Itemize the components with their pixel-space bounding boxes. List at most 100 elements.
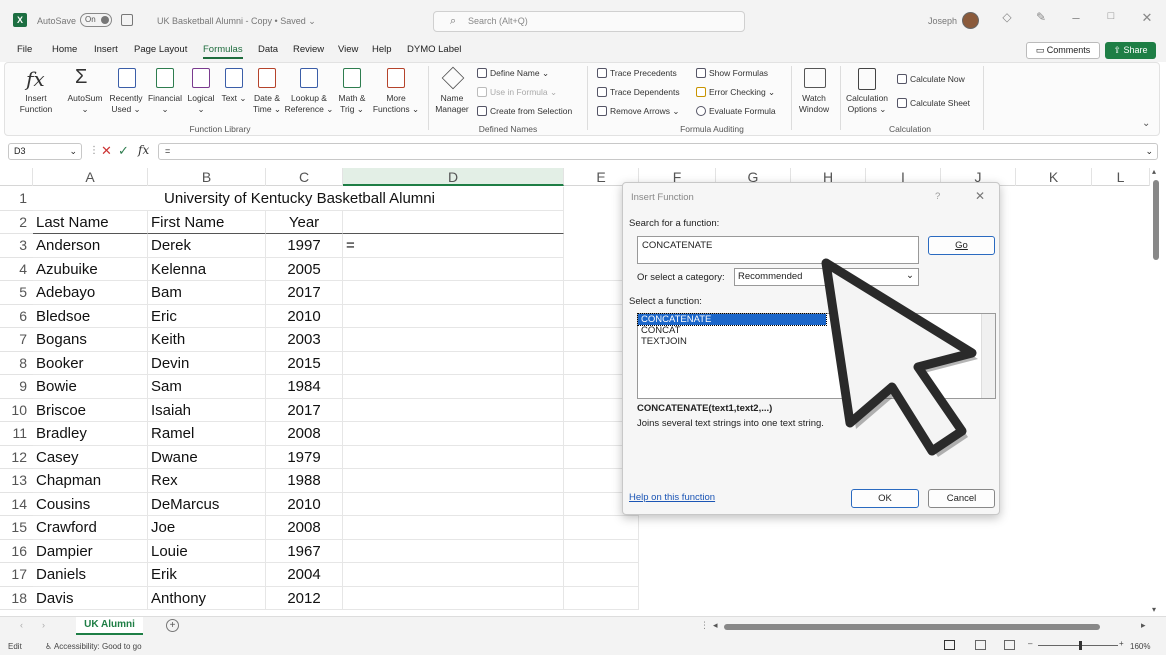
column-header-l[interactable]: L bbox=[1092, 168, 1150, 186]
table-cell[interactable]: 2003 bbox=[266, 328, 343, 352]
row-header[interactable]: 15 bbox=[0, 516, 33, 540]
error-checking-button[interactable]: Error Checking ⌄ bbox=[696, 87, 775, 98]
normal-view-icon[interactable] bbox=[944, 640, 955, 650]
table-cell[interactable]: Cousins bbox=[33, 492, 148, 516]
menu-view[interactable]: View bbox=[338, 44, 358, 55]
row-header[interactable]: 1 bbox=[0, 187, 33, 211]
menu-formulas[interactable]: Formulas bbox=[203, 44, 243, 59]
menu-home[interactable]: Home bbox=[52, 44, 77, 55]
trace-dependents-button[interactable]: Trace Dependents bbox=[597, 87, 680, 97]
table-cell[interactable]: Bradley bbox=[33, 422, 148, 446]
row-header[interactable]: 16 bbox=[0, 539, 33, 563]
name-manager-button[interactable]: Name Manager bbox=[432, 93, 472, 115]
table-cell[interactable]: Davis bbox=[33, 586, 148, 610]
table-cell[interactable] bbox=[564, 586, 639, 610]
tab-splitter-icon[interactable]: ⋮ bbox=[700, 620, 709, 631]
evaluate-formula-button[interactable]: Evaluate Formula bbox=[696, 106, 776, 116]
ok-button[interactable]: OK bbox=[851, 489, 919, 508]
sheet-tab-uk-alumni[interactable]: UK Alumni bbox=[76, 617, 143, 635]
table-cell[interactable]: 2008 bbox=[266, 422, 343, 446]
table-cell[interactable]: Adebayo bbox=[33, 281, 148, 305]
table-cell[interactable]: Dwane bbox=[148, 445, 266, 469]
logical-button[interactable]: Logical ⌄ bbox=[184, 93, 218, 115]
remove-arrows-button[interactable]: Remove Arrows ⌄ bbox=[597, 106, 679, 117]
math-trig-icon[interactable] bbox=[343, 68, 361, 88]
go-button[interactable]: Go bbox=[928, 236, 995, 255]
table-cell[interactable]: Anthony bbox=[148, 586, 266, 610]
menu-page-layout[interactable]: Page Layout bbox=[134, 44, 187, 55]
text-button[interactable]: Text ⌄ bbox=[218, 93, 250, 104]
help-icon[interactable]: ? bbox=[935, 191, 940, 202]
scroll-tabs-left-icon[interactable]: ‹ bbox=[20, 620, 23, 630]
help-on-function-link[interactable]: Help on this function bbox=[629, 492, 715, 503]
search-box[interactable]: ⌕ Search (Alt+Q) bbox=[433, 11, 745, 32]
insert-function-fx-icon[interactable]: fx bbox=[138, 143, 149, 157]
autosum-icon[interactable]: Σ bbox=[75, 66, 87, 89]
table-cell[interactable]: Daniels bbox=[33, 563, 148, 587]
comments-button[interactable]: ▭ Comments bbox=[1026, 42, 1100, 59]
table-cell[interactable]: 1979 bbox=[266, 445, 343, 469]
row-header[interactable]: 18 bbox=[0, 586, 33, 610]
table-cell[interactable]: Rex bbox=[148, 469, 266, 493]
watch-window-icon[interactable] bbox=[804, 68, 826, 88]
scroll-tabs-right-icon[interactable]: › bbox=[42, 620, 45, 630]
cancel-entry-icon[interactable]: ✕ bbox=[101, 143, 112, 159]
column-header-b[interactable]: B bbox=[148, 168, 266, 186]
table-cell[interactable]: 2015 bbox=[266, 351, 343, 375]
sheet-title-cell[interactable]: University of Kentucky Basketball Alumni bbox=[33, 187, 564, 211]
table-cell[interactable]: Sam bbox=[148, 375, 266, 399]
menu-review[interactable]: Review bbox=[293, 44, 324, 55]
table-cell[interactable]: Dampier bbox=[33, 539, 148, 563]
table-cell[interactable] bbox=[343, 304, 564, 328]
calculate-now-button[interactable]: Calculate Now bbox=[897, 74, 965, 84]
table-cell[interactable]: Erik bbox=[148, 563, 266, 587]
enter-entry-icon[interactable]: ✓ bbox=[118, 143, 129, 159]
table-cell[interactable] bbox=[343, 469, 564, 493]
dialog-close-icon[interactable]: ✕ bbox=[975, 189, 985, 203]
table-cell[interactable]: 1997 bbox=[266, 234, 343, 258]
table-cell[interactable] bbox=[343, 563, 564, 587]
horizontal-scrollbar[interactable] bbox=[724, 624, 1100, 630]
table-cell[interactable]: Chapman bbox=[33, 469, 148, 493]
math-trig-button[interactable]: Math & Trig ⌄ bbox=[334, 93, 370, 115]
row-header[interactable]: 13 bbox=[0, 469, 33, 493]
table-cell[interactable]: Derek bbox=[148, 234, 266, 258]
autosave-toggle[interactable]: On bbox=[80, 13, 112, 27]
lookup-reference-button[interactable]: Lookup & Reference ⌄ bbox=[284, 93, 334, 115]
table-cell[interactable] bbox=[343, 539, 564, 563]
maximize-icon[interactable]: □ bbox=[1101, 10, 1121, 22]
define-name-button[interactable]: Define Name ⌄ bbox=[477, 68, 549, 79]
formula-input[interactable]: = ⌄ bbox=[158, 143, 1158, 160]
row-header[interactable]: 11 bbox=[0, 422, 33, 446]
table-cell[interactable] bbox=[343, 398, 564, 422]
row-header[interactable]: 9 bbox=[0, 375, 33, 399]
table-cell[interactable] bbox=[343, 351, 564, 375]
table-cell[interactable] bbox=[343, 516, 564, 540]
diamond-icon[interactable]: ◇ bbox=[997, 10, 1017, 24]
table-cell[interactable]: Ramel bbox=[148, 422, 266, 446]
logical-icon[interactable] bbox=[192, 68, 210, 88]
table-cell[interactable]: Keith bbox=[148, 328, 266, 352]
table-cell[interactable]: Bowie bbox=[33, 375, 148, 399]
header-cell-last-name[interactable]: Last Name bbox=[33, 210, 148, 234]
table-cell[interactable] bbox=[343, 257, 564, 281]
table-cell[interactable] bbox=[343, 492, 564, 516]
insert-function-icon[interactable]: fx bbox=[26, 67, 45, 91]
scroll-down-icon[interactable]: ▾ bbox=[1152, 605, 1156, 614]
table-cell[interactable] bbox=[343, 281, 564, 305]
table-cell[interactable] bbox=[343, 422, 564, 446]
text-icon[interactable] bbox=[225, 68, 243, 88]
header-cell-empty[interactable] bbox=[343, 210, 564, 234]
table-cell[interactable] bbox=[343, 586, 564, 610]
row-header[interactable]: 4 bbox=[0, 257, 33, 281]
table-cell[interactable] bbox=[564, 516, 639, 540]
calculator-icon[interactable] bbox=[858, 68, 876, 90]
header-cell-first-name[interactable]: First Name bbox=[148, 210, 266, 234]
trace-precedents-button[interactable]: Trace Precedents bbox=[597, 68, 677, 78]
menu-file[interactable]: File bbox=[17, 44, 32, 55]
table-cell[interactable] bbox=[564, 563, 639, 587]
scroll-right-icon[interactable]: ▸ bbox=[1141, 620, 1146, 631]
lookup-reference-icon[interactable] bbox=[300, 68, 318, 88]
menu-insert[interactable]: Insert bbox=[94, 44, 118, 55]
vertical-scrollbar[interactable] bbox=[1153, 180, 1159, 260]
